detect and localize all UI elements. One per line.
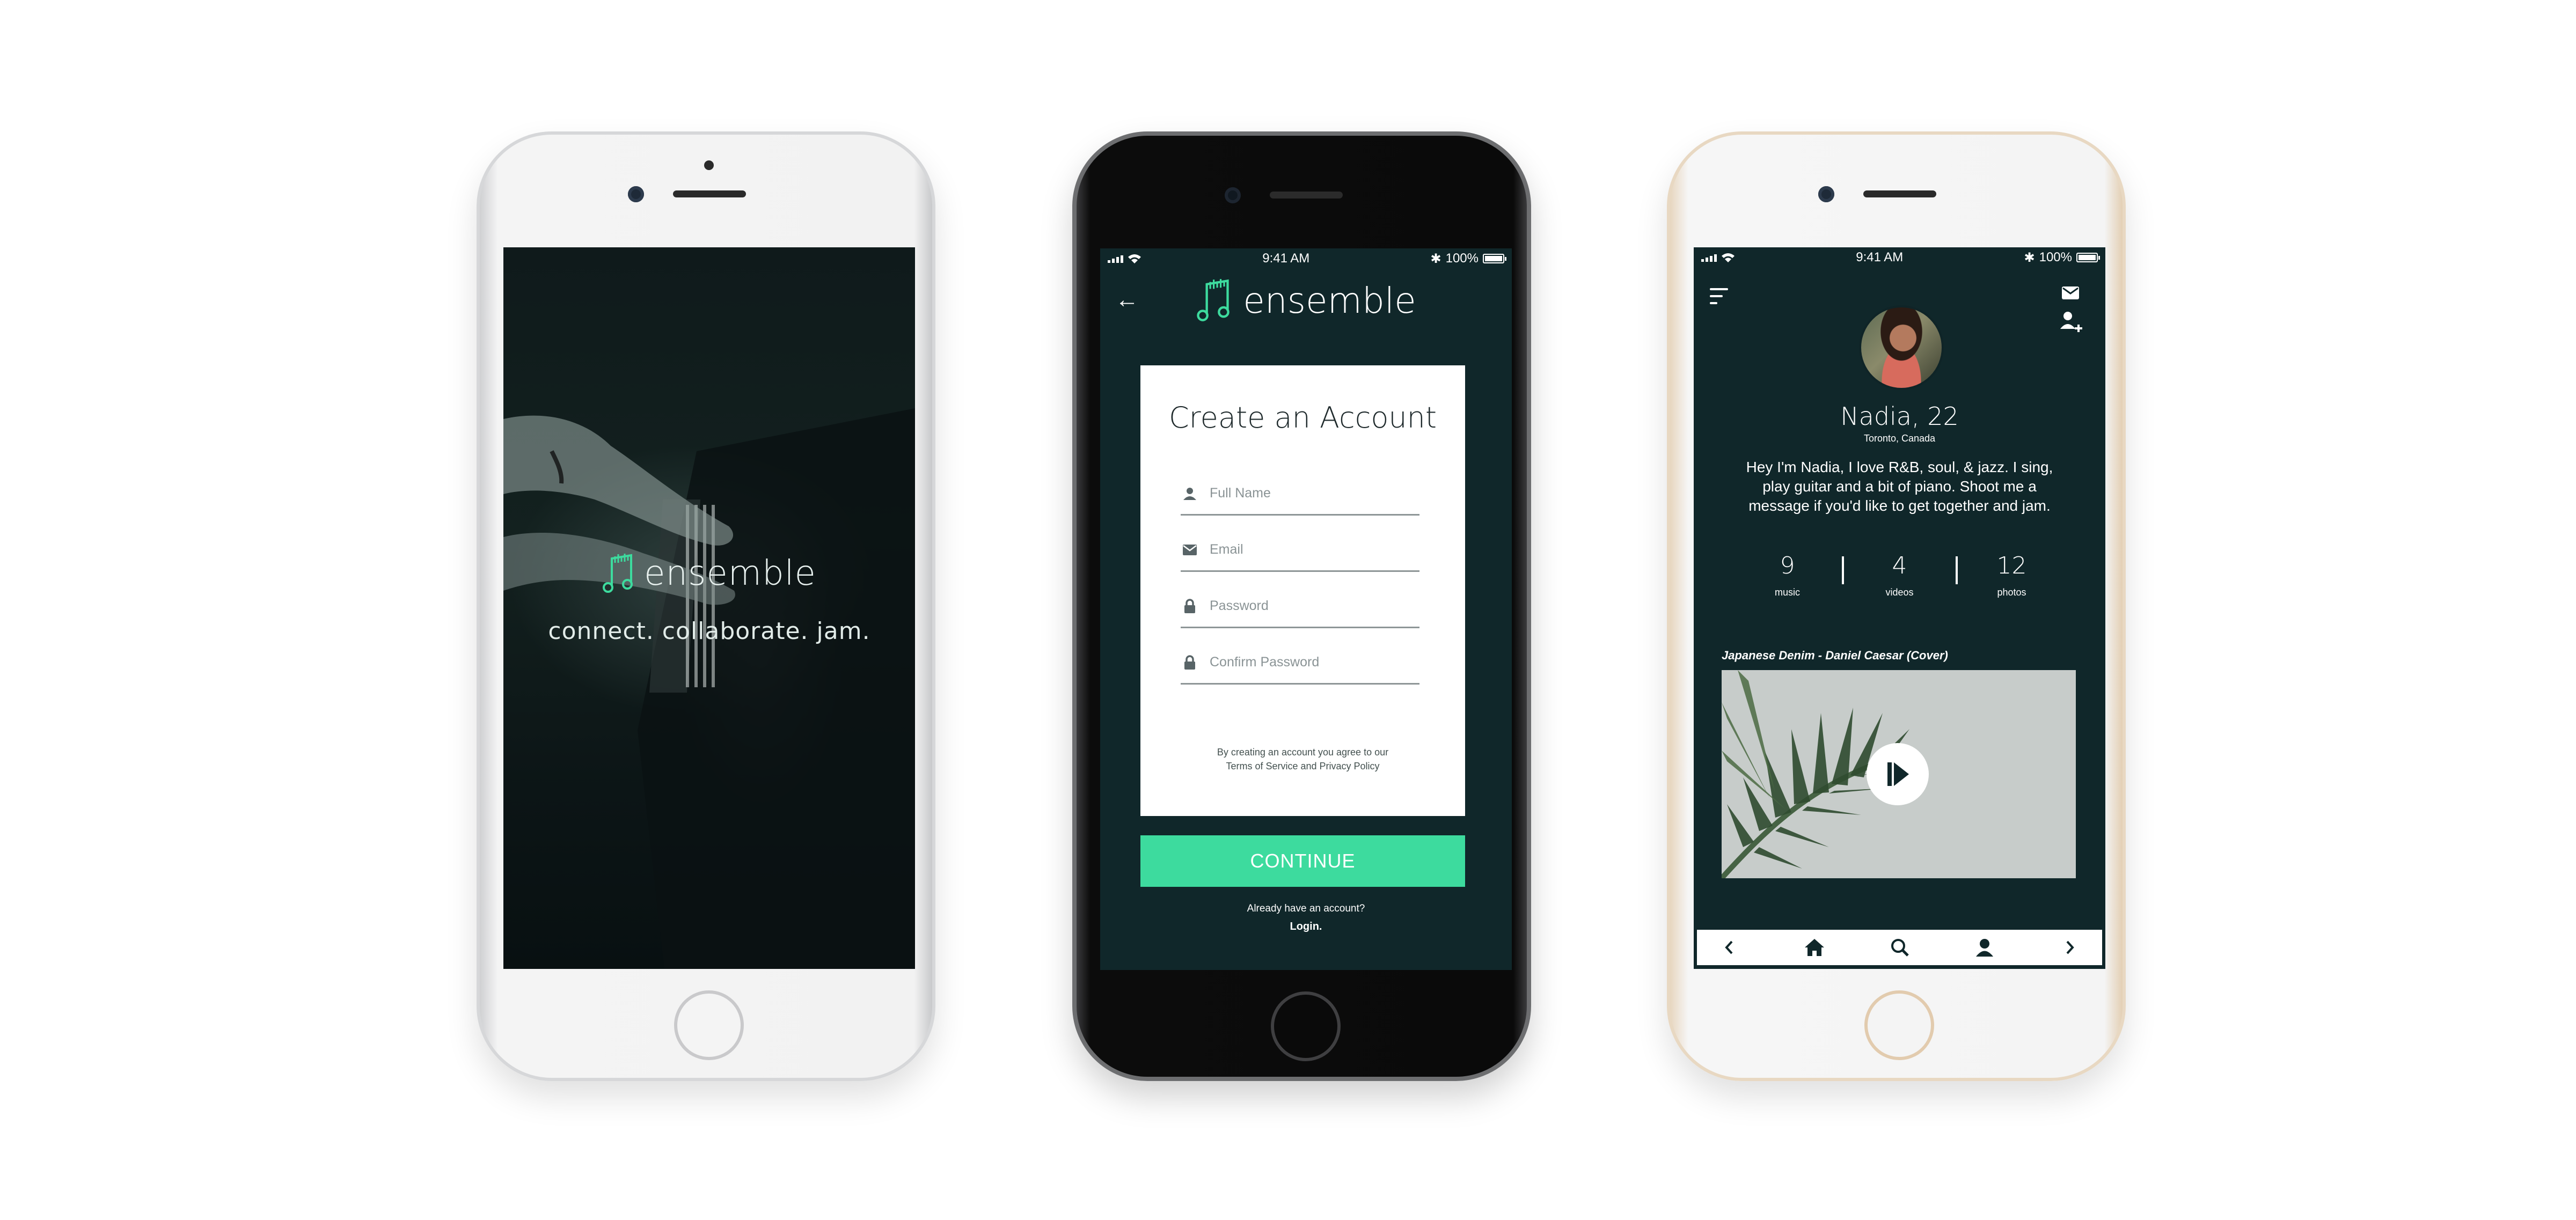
profile-location: Toronto, Canada <box>1863 433 1936 444</box>
profile-stats: 9 music 4 videos 12 photos <box>1731 552 2068 606</box>
terms-link[interactable]: Terms of Service and Privacy Policy <box>1140 759 1465 773</box>
phone-frame-gold: 9:41 AM ✱ 100% Nadia, 22 Toronto, Canada… <box>1667 131 2126 1081</box>
header-logo: ensemble <box>1100 278 1512 322</box>
stat-divider <box>1955 556 1958 584</box>
splash-screen: ensemble connect. collaborate. jam. <box>503 247 915 969</box>
search-icon[interactable] <box>1889 937 1911 958</box>
profile-bio: Hey I'm Nadia, I love R&B, soul, & jazz.… <box>1746 459 2053 514</box>
signup-screen: 9:41 AM ✱ 100% ← ensemble Create an Acco… <box>1100 248 1512 970</box>
status-bar: 9:41 AM ✱ 100% <box>1100 248 1512 269</box>
chevron-left-icon[interactable] <box>1718 937 1740 958</box>
form-title: Create an Account <box>1168 401 1437 435</box>
full-name-input[interactable] <box>1210 486 1403 501</box>
full-name-field[interactable] <box>1181 473 1419 516</box>
home-icon[interactable] <box>1804 937 1825 958</box>
stat-videos[interactable]: 4 videos <box>1841 552 1958 606</box>
terms-notice: By creating an account you agree to our … <box>1140 745 1465 773</box>
battery-percent: 100% <box>1445 251 1479 266</box>
mail-icon[interactable] <box>2061 286 2080 300</box>
menu-icon[interactable] <box>1710 288 1728 304</box>
music-note-logo-icon <box>603 554 633 593</box>
splash-logo: ensemble <box>503 553 915 594</box>
password-field[interactable] <box>1181 585 1419 628</box>
profile-screen: 9:41 AM ✱ 100% Nadia, 22 Toronto, Canada… <box>1694 247 2105 969</box>
home-button[interactable] <box>1271 991 1341 1061</box>
front-camera <box>1225 187 1241 203</box>
email-input[interactable] <box>1210 542 1403 557</box>
splash-tagline: connect. collaborate. jam. <box>548 618 870 645</box>
wifi-icon <box>1128 254 1141 263</box>
status-time: 9:41 AM <box>1856 250 1904 264</box>
battery-percent: 100% <box>2039 250 2072 264</box>
piano-background-photo <box>503 408 915 969</box>
stat-videos-label: videos <box>1885 587 1914 598</box>
wifi-icon <box>1722 253 1735 262</box>
stat-photos[interactable]: 12 photos <box>1969 552 2055 606</box>
envelope-icon <box>1182 542 1198 558</box>
stat-photos-label: photos <box>1997 587 2026 598</box>
video-thumbnail[interactable] <box>1722 670 2076 878</box>
confirm-password-field[interactable] <box>1181 642 1419 685</box>
password-input[interactable] <box>1210 598 1403 614</box>
battery-icon <box>2076 253 2100 262</box>
music-note-logo-icon <box>1197 279 1230 321</box>
terms-line-1: By creating an account you agree to our <box>1217 747 1389 758</box>
splash-logo-text: ensemble <box>644 554 816 593</box>
stat-music-value: 9 <box>1780 552 1795 579</box>
lock-icon <box>1182 598 1198 614</box>
signal-icon <box>1701 253 1717 262</box>
login-link[interactable]: Login. <box>1100 921 1512 933</box>
profile-name: Nadia, 22 <box>1840 402 1959 431</box>
bluetooth-icon: ✱ <box>2024 250 2035 265</box>
stat-music-label: music <box>1774 587 1800 598</box>
email-field[interactable] <box>1181 529 1419 572</box>
signup-header: ← ensemble <box>1100 274 1512 328</box>
stat-music[interactable]: 9 music <box>1745 552 1831 606</box>
confirm-password-input[interactable] <box>1210 655 1403 670</box>
already-have-account-text: Already have an account? <box>1247 903 1365 914</box>
avatar[interactable] <box>1859 305 1944 390</box>
earpiece <box>1270 192 1343 199</box>
add-user-icon[interactable] <box>2059 311 2083 332</box>
play-icon <box>1887 762 1909 786</box>
signal-icon <box>1108 254 1123 263</box>
video-title: Japanese Denim - Daniel Caesar (Cover) <box>1722 649 1948 662</box>
status-bar: 9:41 AM ✱ 100% <box>1694 247 2105 268</box>
bottom-nav <box>1697 930 2102 965</box>
battery-icon <box>1483 254 1506 263</box>
bluetooth-icon: ✱ <box>1430 251 1441 266</box>
user-icon[interactable] <box>1974 937 1995 958</box>
stat-divider <box>1841 556 1844 584</box>
stat-videos-value: 4 <box>1892 552 1907 579</box>
splash-screen-wrapper: ensemble connect. collaborate. jam. <box>480 135 932 1078</box>
lock-icon <box>1182 655 1198 671</box>
phone-frame-black: 9:41 AM ✱ 100% ← ensemble Create an Acco… <box>1072 131 1531 1081</box>
signup-form-card: Create an Account Full Name Email By cre… <box>1140 365 1465 816</box>
earpiece <box>1863 190 1936 197</box>
play-button[interactable] <box>1867 743 1929 805</box>
header-logo-text: ensemble <box>1243 280 1416 321</box>
stat-photos-value: 12 <box>1996 552 2027 579</box>
person-icon <box>1182 486 1198 502</box>
status-time: 9:41 AM <box>1262 251 1310 266</box>
home-button[interactable] <box>1864 990 1934 1060</box>
front-camera <box>1818 186 1834 202</box>
continue-button[interactable]: CONTINUE <box>1140 835 1465 887</box>
chevron-right-icon[interactable] <box>2059 937 2081 958</box>
home-button[interactable] <box>674 990 744 1060</box>
phone-frame-white: ensemble connect. collaborate. jam. <box>477 131 935 1081</box>
